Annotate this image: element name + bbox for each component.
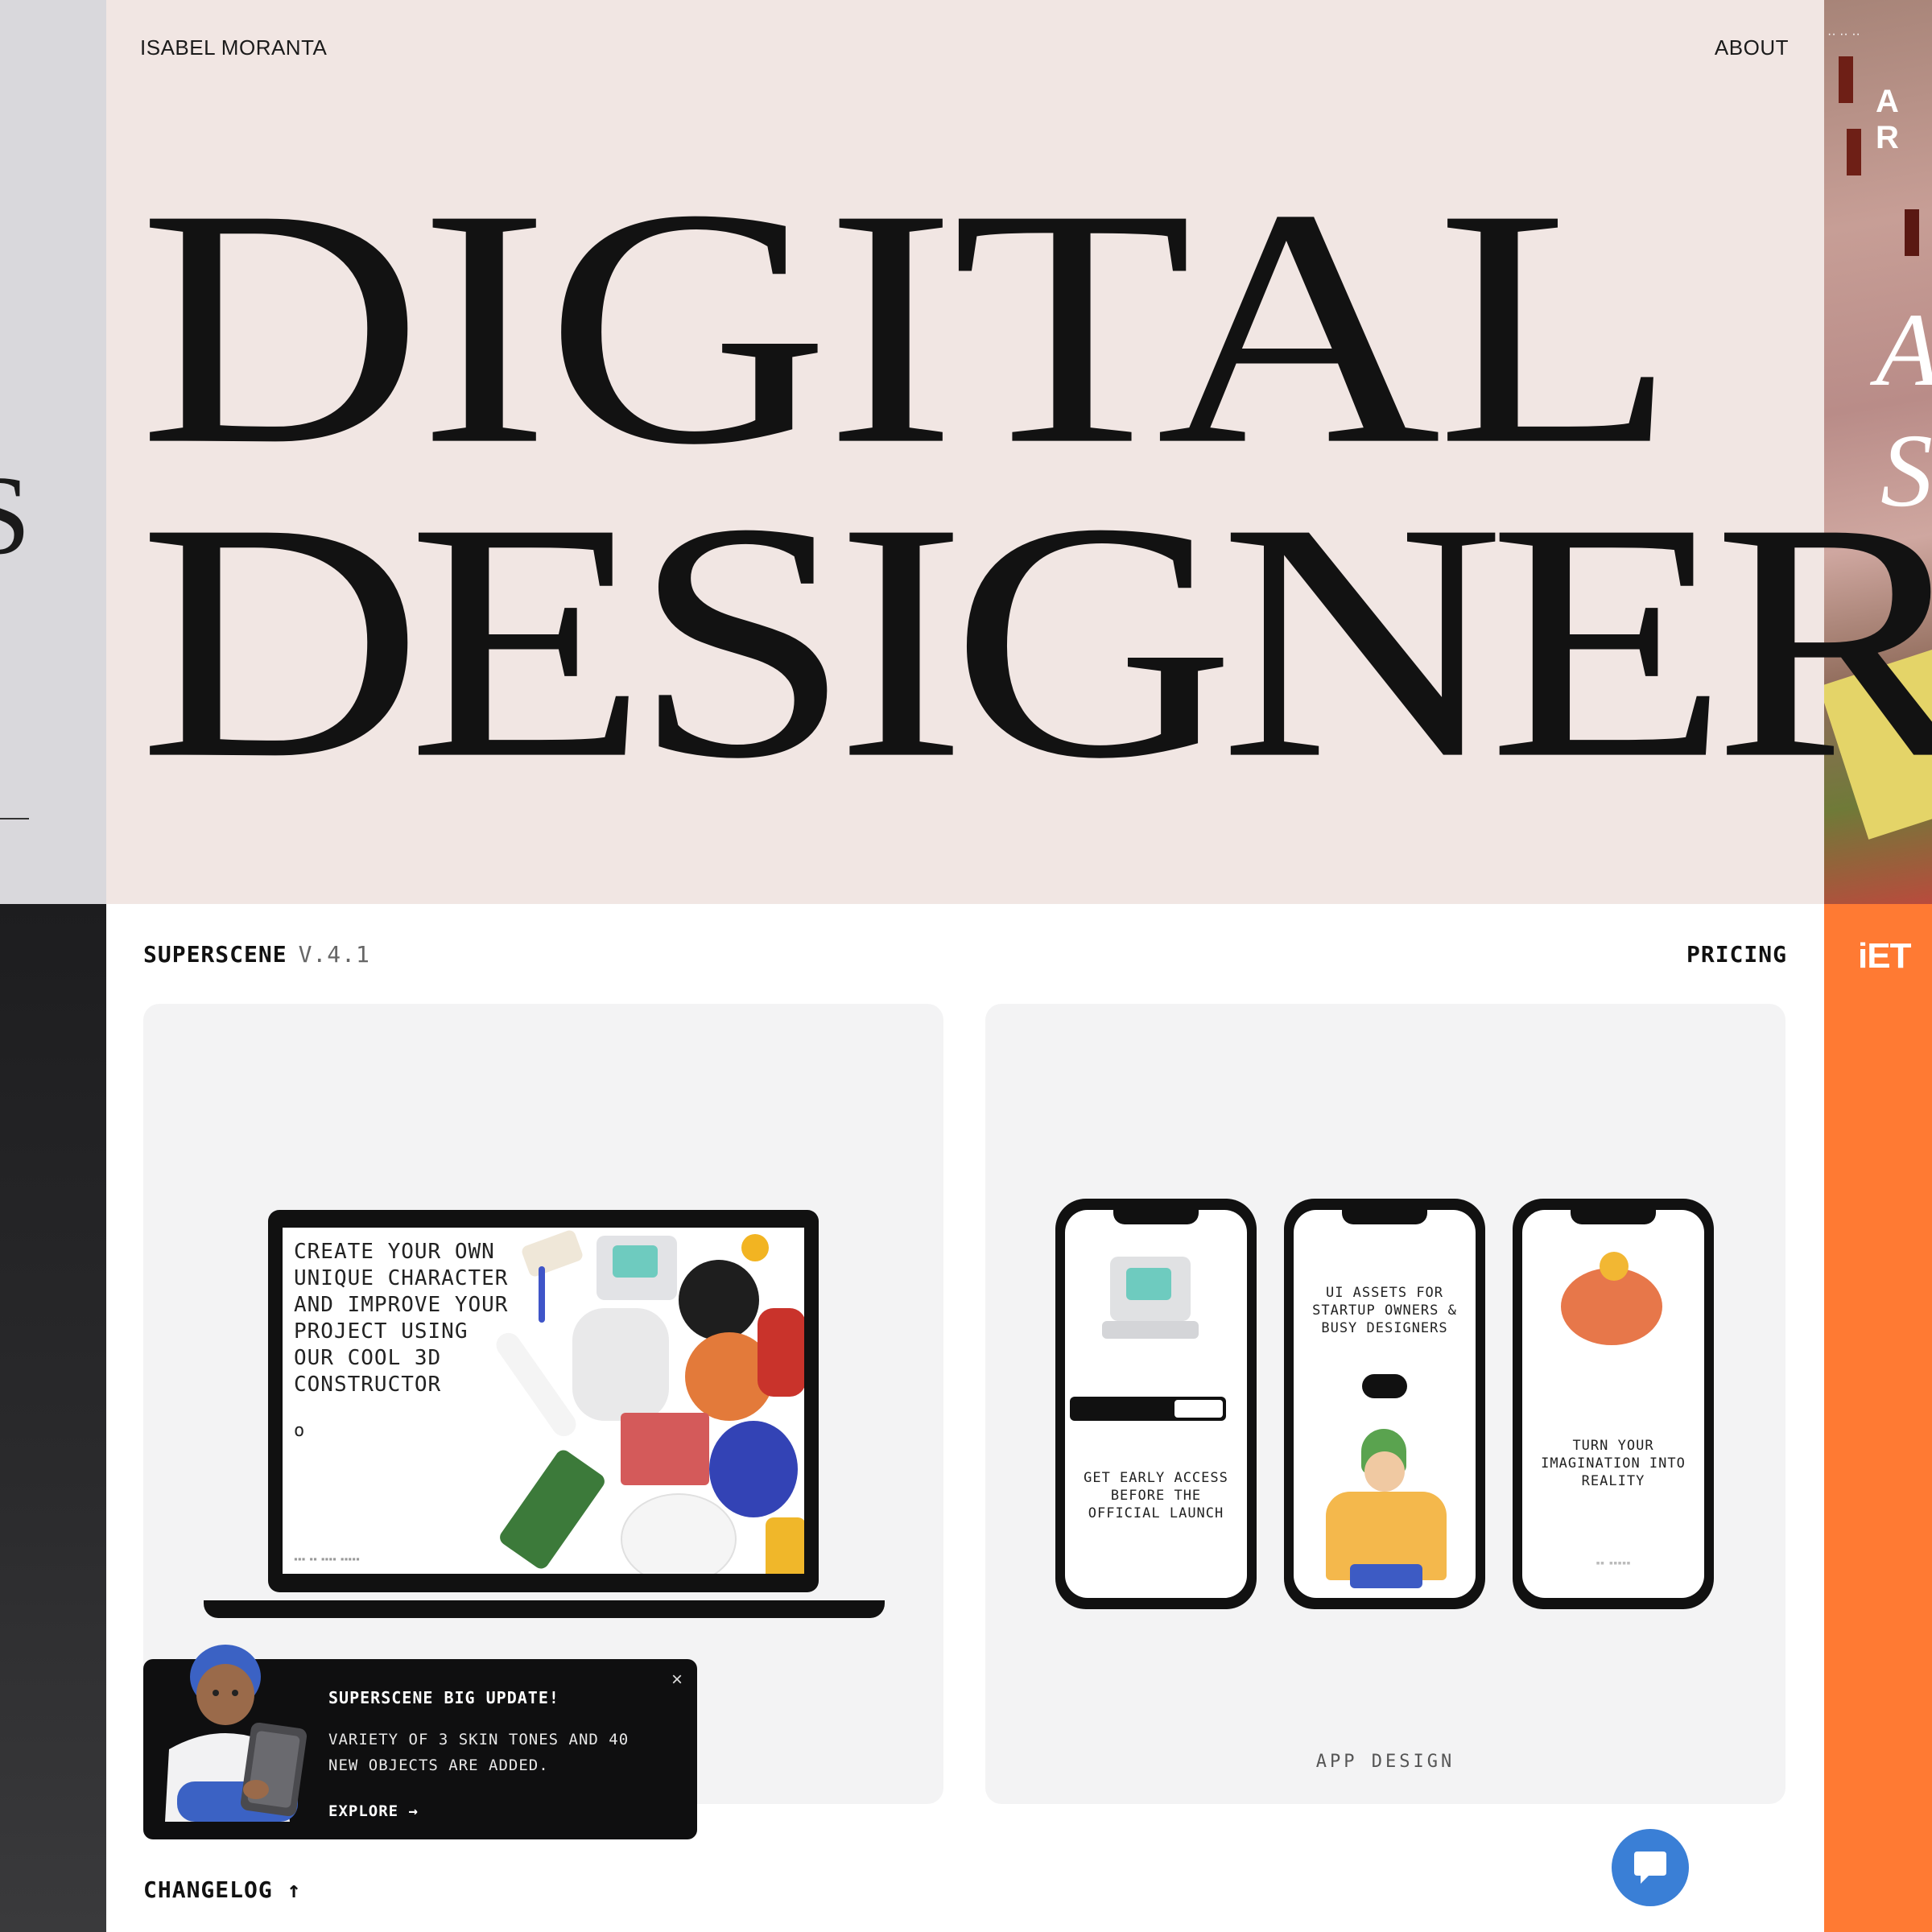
phone-1-text: GET EARLY ACCESS BEFORE THE OFFICIAL LAU… bbox=[1084, 1470, 1228, 1521]
headline-line-1: DIGITAL bbox=[138, 138, 1677, 514]
headline-line-2: DESIGNER bbox=[138, 452, 1932, 828]
bomb-object bbox=[679, 1260, 759, 1340]
gamepad-object bbox=[621, 1493, 737, 1574]
laptop-headline: CREATE YOUR OWN UNIQUE CHARACTER AND IMP… bbox=[294, 1240, 509, 1397]
phone-mockup-1: GET EARLY ACCESS BEFORE THE OFFICIAL LAU… bbox=[1055, 1199, 1257, 1609]
phone-3-screen: TURN YOUR IMAGINATION INTO REALITY bbox=[1522, 1210, 1704, 1598]
character-legs bbox=[1350, 1564, 1422, 1588]
lamp-object bbox=[520, 1228, 584, 1278]
keyboard-3d bbox=[1102, 1321, 1199, 1339]
pricing-nav-link[interactable]: PRICING bbox=[1686, 941, 1787, 968]
app-design-caption: APP DESIGN bbox=[1315, 1752, 1455, 1772]
email-signup-field[interactable] bbox=[1070, 1397, 1226, 1421]
phone-notch bbox=[1571, 1210, 1656, 1224]
laptop-display: CREATE YOUR OWN UNIQUE CHARACTER AND IMP… bbox=[283, 1228, 804, 1574]
left-slide-letter-fragment: S bbox=[0, 451, 31, 580]
chat-bubble-icon bbox=[1634, 1852, 1666, 1884]
decor-chip bbox=[1905, 209, 1919, 256]
red-object bbox=[758, 1308, 804, 1397]
phone-2-cta-button[interactable] bbox=[1362, 1374, 1407, 1398]
close-icon[interactable]: × bbox=[671, 1669, 683, 1691]
author-name-link[interactable]: ISABEL MORANTA bbox=[140, 35, 327, 60]
spark-object bbox=[741, 1234, 769, 1261]
superscene-panel: SUPERSCENE V.4.1 PRICING CREATE YOUR OWN … bbox=[106, 904, 1824, 1932]
right-slide-script-letter: A bbox=[1876, 290, 1932, 411]
laptop-mockup: CREATE YOUR OWN UNIQUE CHARACTER AND IMP… bbox=[268, 1210, 819, 1592]
left-neighbor-slide-top[interactable]: S bbox=[0, 0, 106, 904]
gift-object bbox=[497, 1447, 608, 1572]
character-avatar-illustration bbox=[165, 1645, 308, 1822]
brand-name: SUPERSCENE bbox=[143, 941, 287, 968]
right-slide-brand: iET bbox=[1858, 936, 1911, 976]
superscene-logo[interactable]: SUPERSCENE V.4.1 bbox=[143, 941, 370, 968]
phone-2-text: UI ASSETS FOR STARTUP OWNERS & BUSY DESI… bbox=[1312, 1285, 1457, 1336]
phone-1-screen: GET EARLY ACCESS BEFORE THE OFFICIAL LAU… bbox=[1065, 1210, 1247, 1598]
phone-notch bbox=[1113, 1210, 1199, 1224]
phone-3-footer: ▪▪ ▪▪▪▪▪ bbox=[1596, 1559, 1631, 1567]
right-neighbor-slide-bottom[interactable]: iET bbox=[1824, 904, 1932, 1932]
phone-2-screen: UI ASSETS FOR STARTUP OWNERS & BUSY DESI… bbox=[1294, 1210, 1476, 1598]
phone-mockup-3: TURN YOUR IMAGINATION INTO REALITY ▪▪ ▪▪… bbox=[1513, 1199, 1714, 1609]
laptop-base bbox=[204, 1600, 885, 1618]
notification-title: SUPERSCENE BIG UPDATE! bbox=[328, 1688, 559, 1707]
right-slide-small-text: ·· ·· ·· bbox=[1827, 27, 1860, 41]
computer-3d-screen bbox=[1126, 1268, 1171, 1300]
blue-figure-object bbox=[709, 1421, 798, 1517]
right-slide-label: A R bbox=[1876, 84, 1902, 155]
computer-screen-object bbox=[613, 1245, 658, 1278]
hero-section: ISABEL MORANTA ABOUT DIGITAL DESIGNER bbox=[106, 0, 1932, 904]
left-neighbor-slide-bottom[interactable] bbox=[0, 904, 106, 1932]
decor-chip bbox=[1839, 56, 1853, 103]
notification-body: VARIETY OF 3 SKIN TONES AND 40 NEW OBJEC… bbox=[328, 1731, 630, 1774]
decor-chip bbox=[1847, 129, 1861, 175]
signup-submit-button[interactable] bbox=[1174, 1400, 1223, 1418]
chat-button[interactable] bbox=[1612, 1829, 1689, 1906]
lamp-stand-object bbox=[539, 1266, 545, 1323]
app-design-card[interactable]: GET EARLY ACCESS BEFORE THE OFFICIAL LAU… bbox=[985, 1004, 1785, 1804]
yellow-object bbox=[766, 1517, 804, 1574]
phone-mockup-2: UI ASSETS FOR STARTUP OWNERS & BUSY DESI… bbox=[1284, 1199, 1485, 1609]
box-object bbox=[621, 1413, 709, 1485]
about-nav-link[interactable]: ABOUT bbox=[1715, 35, 1789, 60]
left-slide-rule bbox=[0, 818, 29, 819]
phone-3-text: TURN YOUR IMAGINATION INTO REALITY bbox=[1541, 1438, 1686, 1489]
phone-notch bbox=[1342, 1210, 1427, 1224]
version-label: V.4.1 bbox=[298, 941, 370, 968]
character-head bbox=[1364, 1451, 1405, 1492]
coin-3d bbox=[1600, 1252, 1629, 1281]
mug-object bbox=[572, 1308, 669, 1421]
explore-link[interactable]: EXPLORE → bbox=[328, 1802, 419, 1820]
changelog-link[interactable]: CHANGELOG ↑ bbox=[143, 1876, 301, 1903]
cursor-marker: o bbox=[294, 1421, 305, 1441]
laptop-footer-text: ▪▪▪ ▪▪ ▪▪▪▪ ▪▪▪▪▪ bbox=[294, 1555, 360, 1563]
